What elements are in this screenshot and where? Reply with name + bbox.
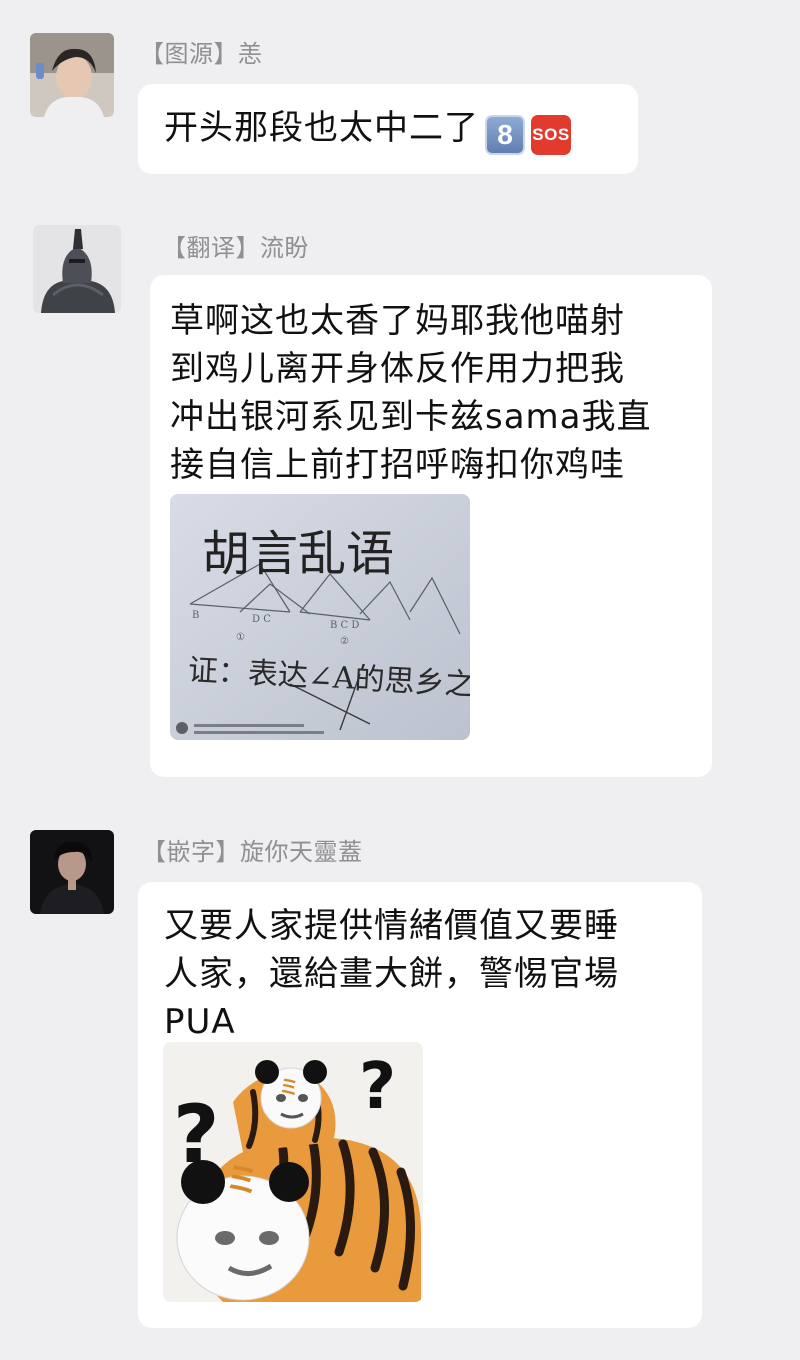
sender-nickname: 恙	[238, 40, 263, 68]
avatar-user-3[interactable]	[30, 830, 114, 914]
panda-forehead-mark-large: ミ	[225, 1161, 259, 1201]
message-text: 开头那段也太中二了	[164, 108, 479, 148]
svg-text:②: ②	[340, 636, 349, 647]
svg-text:①: ①	[236, 632, 245, 643]
svg-text:B C D: B C D	[330, 620, 359, 631]
sender-name: 【图源】恙	[140, 34, 263, 69]
sender-nickname: 流盼	[260, 234, 309, 262]
sender-name: 【嵌字】旋你天靈蓋	[142, 832, 363, 867]
sos-emoji-icon: SOS	[531, 114, 571, 155]
svg-text:B: B	[192, 610, 199, 621]
sender-nickname: 旋你天靈蓋	[240, 838, 363, 866]
panda-tiger-meme-sticker[interactable]: ? ? ミ ミ	[163, 1042, 423, 1302]
avatar-user-2[interactable]	[33, 225, 121, 313]
message-text: 草啊这也太香了妈耶我他喵射 到鸡儿离开身体反作用力把我 冲出银河系见到卡兹sam…	[170, 301, 652, 485]
keycap-eight-emoji-icon: 8	[485, 114, 525, 155]
sender-tag: 【翻译】	[162, 234, 260, 262]
sender-tag: 【嵌字】	[142, 838, 240, 866]
question-mark-right: ?	[359, 1050, 396, 1124]
message-text: 又要人家提供情緒價值又要睡 人家，還給畫大餅，警惕官場 PUA	[164, 906, 619, 1042]
meme-caption-text: 胡言乱语	[202, 526, 395, 582]
message-bubble[interactable]: 开头那段也太中二了 8 SOS	[138, 84, 638, 174]
sender-name: 【翻译】流盼	[162, 228, 309, 263]
question-mark-left: ?	[173, 1088, 219, 1181]
svg-text:D C: D C	[252, 614, 271, 625]
avatar-user-1[interactable]	[30, 33, 114, 117]
sender-tag: 【图源】	[140, 40, 238, 68]
meme-sticker-image[interactable]: B D C B C D ① ② 胡言乱语 证：表达∠A的思乡之情。	[170, 494, 470, 740]
panda-forehead-mark-small: ミ	[279, 1075, 299, 1099]
